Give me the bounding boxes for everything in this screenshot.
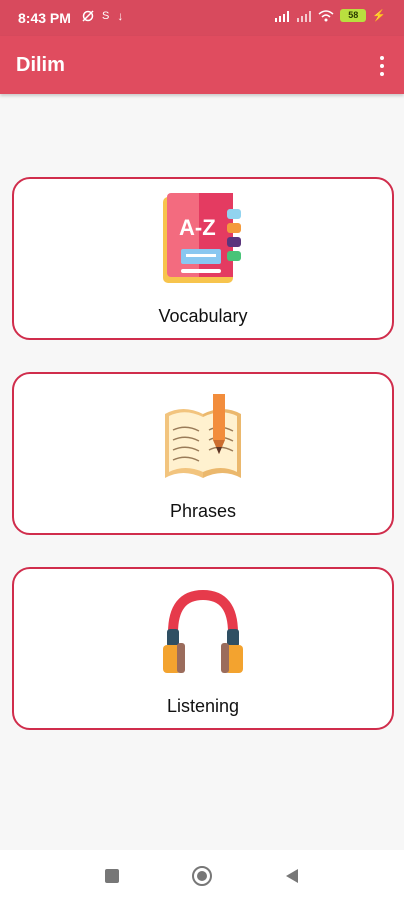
- status-left-icons: S ↓: [82, 9, 123, 23]
- card-label-vocabulary: Vocabulary: [158, 306, 248, 326]
- card-vocabulary[interactable]: A-Z Vocabulary: [12, 177, 394, 340]
- back-button[interactable]: [280, 864, 304, 888]
- more-vertical-icon-dot: [380, 64, 384, 68]
- card-label-phrases: Phrases: [169, 501, 237, 521]
- dictionary-book-icon: A-Z: [155, 191, 251, 292]
- blocked-alarm-icon: [82, 10, 94, 22]
- recent-apps-button[interactable]: [100, 864, 124, 888]
- s-notification-icon: S: [102, 10, 110, 22]
- signal-secondary-icon: [297, 10, 312, 22]
- more-vertical-icon-dot: [380, 72, 384, 76]
- overflow-menu-button[interactable]: [370, 50, 394, 82]
- more-vertical-icon-dot: [380, 56, 384, 60]
- wifi-icon: [318, 9, 334, 21]
- status-right-icons: 58 ⚡: [274, 9, 386, 22]
- signal-icon: [275, 10, 290, 22]
- home-button[interactable]: [190, 864, 214, 888]
- charging-icon: ⚡: [372, 10, 386, 22]
- card-phrases[interactable]: Phrases: [12, 372, 394, 535]
- battery-icon: 58: [340, 9, 367, 22]
- dictionary-cover-text: A-Z: [179, 215, 216, 240]
- download-icon: ↓: [117, 9, 124, 23]
- app-bar: Dilim: [0, 36, 404, 94]
- circle-home-icon: [192, 866, 212, 886]
- card-label-listening: Listening: [166, 696, 240, 716]
- status-time: 8:43 PM: [18, 10, 71, 26]
- app-title: Dilim: [16, 54, 65, 76]
- system-navigation-bar: [0, 850, 404, 900]
- square-icon: [105, 869, 119, 883]
- triangle-back-icon: [286, 869, 298, 883]
- headphones-icon: [155, 581, 251, 682]
- status-bar: 8:43 PM S ↓ 58 ⚡: [0, 0, 404, 36]
- card-listening[interactable]: Listening: [12, 567, 394, 730]
- open-book-pencil-icon: [155, 386, 251, 487]
